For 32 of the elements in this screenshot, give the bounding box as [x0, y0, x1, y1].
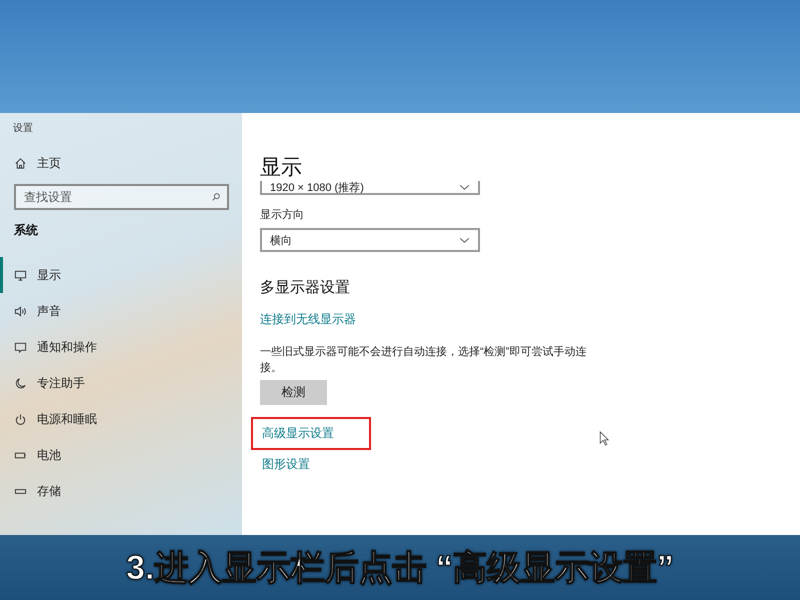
sidebar-item[interactable]: 声音 [0, 293, 242, 329]
home-icon [14, 157, 27, 170]
field-label: 显示方向 [260, 208, 304, 222]
sidebar-item[interactable]: 显示 [0, 257, 242, 293]
cursor-icon [599, 431, 609, 446]
window-title: 设置 [12, 122, 34, 136]
sidebar-item[interactable]: 存储 [0, 473, 242, 509]
monitor-icon [14, 268, 27, 282]
moon-icon [14, 376, 27, 390]
home-link[interactable]: 主页 [0, 149, 242, 178]
page-title: 显示 [260, 155, 302, 181]
section-heading: 多显示器设置 [260, 278, 350, 297]
search-icon [211, 192, 221, 202]
sidebar-item[interactable]: 通知和操作 [0, 329, 242, 365]
settings-link[interactable]: 高级显示设置 [251, 417, 371, 450]
sidebar-item[interactable]: 电池 [0, 437, 242, 473]
chevron-icon [459, 184, 470, 190]
message-icon [14, 340, 27, 354]
description-text: 一些旧式显示器可能不会进行自动连接，选择“检测”即可尝试手动连接。 [260, 344, 588, 376]
speaker-icon [14, 304, 27, 318]
power-icon [14, 412, 27, 426]
sidebar-item[interactable]: 专注助手 [0, 365, 242, 401]
detect-button[interactable]: 检测 [260, 380, 327, 405]
caption-text: 3.进入显示栏后点击 “高级显示设置” [126, 548, 674, 588]
chevron-icon [459, 236, 470, 244]
settings-link[interactable]: 图形设置 [251, 450, 371, 481]
resolution-dropdown[interactable]: 1920 × 1080 (推荐) [260, 181, 480, 195]
section-heading: 系统 [13, 222, 39, 239]
connect-link[interactable]: 连接到无线显示器 [260, 311, 356, 328]
orientation-dropdown[interactable]: 横向 [260, 228, 480, 252]
sidebar-item[interactable]: 电源和睡眠 [0, 401, 242, 437]
search-field[interactable]: 查找设置 [14, 184, 229, 210]
